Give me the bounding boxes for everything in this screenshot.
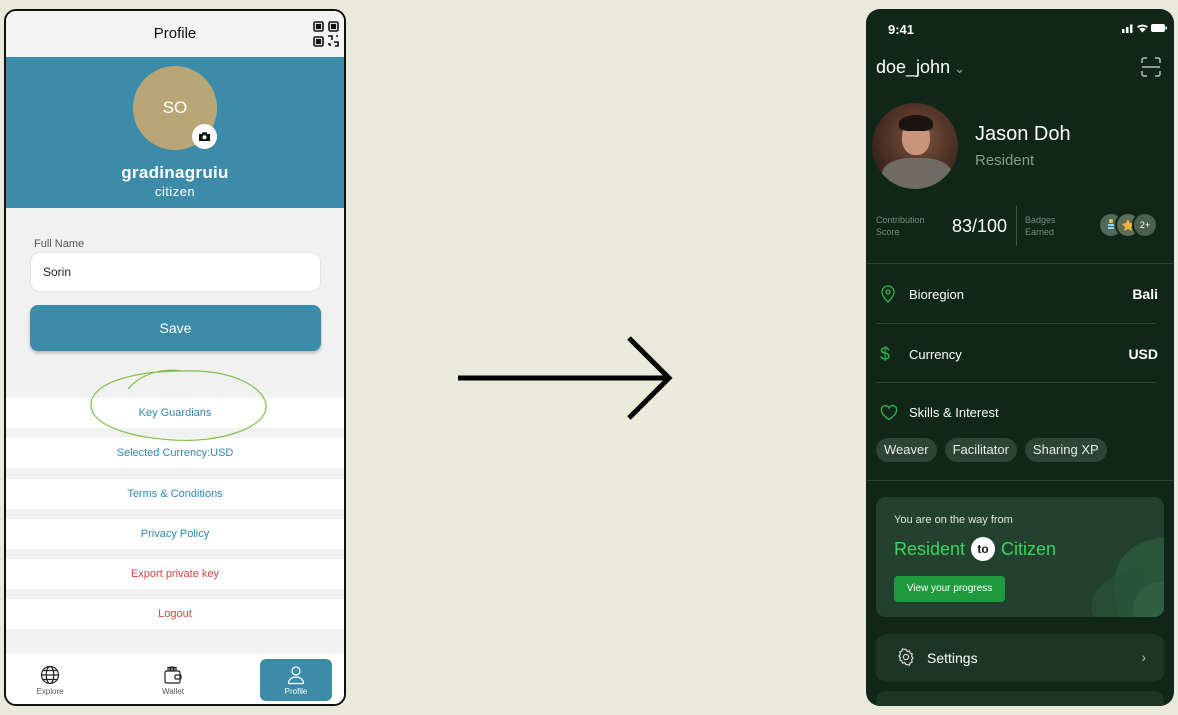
key-guardians-link[interactable]: Key Guardians bbox=[6, 398, 344, 428]
camera-icon[interactable] bbox=[192, 124, 217, 149]
wallet-icon bbox=[164, 665, 182, 684]
status-time: 9:41 bbox=[888, 22, 915, 37]
profile-form: Full Name Sorin Save bbox=[6, 208, 344, 399]
qr-code-icon[interactable] bbox=[312, 20, 340, 48]
user-role: citizen bbox=[154, 184, 196, 199]
contribution-score-value: 83/100 bbox=[952, 216, 1008, 236]
journey-to-badge: to bbox=[971, 537, 996, 561]
avatar-initials: SO bbox=[162, 98, 188, 117]
save-button[interactable]: Save bbox=[30, 305, 321, 351]
battery-icon bbox=[1151, 24, 1165, 32]
journey-from: Resident bbox=[894, 538, 966, 559]
divider bbox=[876, 323, 1156, 324]
page-title: Profile bbox=[153, 25, 197, 42]
skill-chip[interactable]: Sharing XP bbox=[1024, 438, 1107, 462]
signal-icon bbox=[1122, 29, 1125, 33]
skill-chip[interactable]: Weaver bbox=[876, 438, 937, 462]
export-private-key-link[interactable]: Export private key bbox=[6, 559, 344, 589]
bioregion-value[interactable]: Bali bbox=[1132, 286, 1158, 302]
divider bbox=[866, 263, 1174, 264]
badges-earned-label: Badges Earned bbox=[1025, 215, 1056, 237]
journey-to: Citizen bbox=[1001, 538, 1057, 559]
full-name-input[interactable]: Sorin bbox=[30, 252, 321, 292]
header: Profile bbox=[6, 11, 344, 57]
stats-divider bbox=[1016, 206, 1017, 246]
dollar-icon: $ bbox=[880, 344, 891, 364]
leaf-decoration-icon bbox=[1091, 537, 1164, 617]
settings-row[interactable]: Settings › bbox=[876, 634, 1164, 682]
privacy-policy-link[interactable]: Privacy Policy bbox=[6, 519, 344, 549]
journey-card: You are on the way from Resident to Citi… bbox=[876, 497, 1164, 617]
next-menu-row[interactable] bbox=[876, 691, 1164, 706]
badges-list[interactable]: 2+ bbox=[1098, 212, 1158, 238]
globe-icon bbox=[40, 665, 60, 684]
location-pin-icon bbox=[880, 285, 896, 308]
currency-label: Currency bbox=[909, 347, 962, 362]
profile-name: Jason Doh bbox=[975, 123, 1071, 145]
wifi-icon bbox=[1137, 24, 1148, 33]
badges-more-count: 2+ bbox=[1132, 212, 1158, 238]
new-profile-screen: 9:41 doe_john ⌄ Jason Doh Resident Contri… bbox=[866, 9, 1174, 706]
nav-profile[interactable]: Profile bbox=[260, 659, 332, 701]
nav-explore[interactable]: Explore bbox=[14, 659, 86, 701]
user-icon bbox=[287, 665, 305, 684]
account-switcher[interactable]: doe_john ⌄ bbox=[876, 57, 965, 78]
journey-intro: You are on the way from bbox=[894, 514, 1013, 526]
skills-chips: Weaver Facilitator Sharing XP bbox=[876, 438, 1107, 462]
skill-chip[interactable]: Facilitator bbox=[944, 438, 1017, 462]
view-progress-button[interactable]: View your progress bbox=[894, 576, 1005, 602]
full-name-label: Full Name bbox=[34, 238, 85, 250]
nav-wallet-label: Wallet bbox=[162, 686, 184, 696]
bottom-nav: Explore Wallet Profile bbox=[6, 654, 344, 704]
nav-profile-label: Profile bbox=[284, 686, 308, 696]
skills-label: Skills & Interest bbox=[909, 405, 999, 420]
terms-conditions-link[interactable]: Terms & Conditions bbox=[6, 479, 344, 509]
contribution-score-label: Contribution Score bbox=[876, 215, 925, 237]
journey-path: Resident to Citizen bbox=[894, 537, 1056, 561]
divider bbox=[876, 382, 1156, 383]
bioregion-label: Bioregion bbox=[909, 287, 964, 302]
heart-icon bbox=[880, 404, 898, 426]
settings-label: Settings bbox=[927, 650, 978, 666]
username: gradinagruiu bbox=[121, 163, 229, 182]
chevron-right-icon: › bbox=[1141, 649, 1146, 665]
nav-explore-label: Explore bbox=[36, 686, 64, 696]
nav-wallet[interactable]: Wallet bbox=[137, 659, 209, 701]
logout-link[interactable]: Logout bbox=[6, 599, 344, 629]
chevron-down-icon: ⌄ bbox=[954, 61, 965, 76]
currency-value[interactable]: USD bbox=[1128, 346, 1158, 362]
old-profile-screen: Profile SO gradinagruiu citizen Full Nam… bbox=[4, 9, 346, 706]
divider bbox=[866, 480, 1174, 481]
scan-icon[interactable] bbox=[1140, 56, 1162, 83]
gear-icon bbox=[897, 648, 915, 671]
transition-arrow-icon bbox=[458, 336, 673, 420]
selected-currency-link[interactable]: Selected Currency:USD bbox=[6, 438, 344, 468]
profile-banner: SO gradinagruiu citizen bbox=[6, 57, 344, 208]
profile-photo[interactable] bbox=[872, 103, 958, 189]
profile-role: Resident bbox=[975, 152, 1035, 169]
account-username: doe_john bbox=[876, 57, 951, 77]
status-icons bbox=[1120, 21, 1168, 39]
